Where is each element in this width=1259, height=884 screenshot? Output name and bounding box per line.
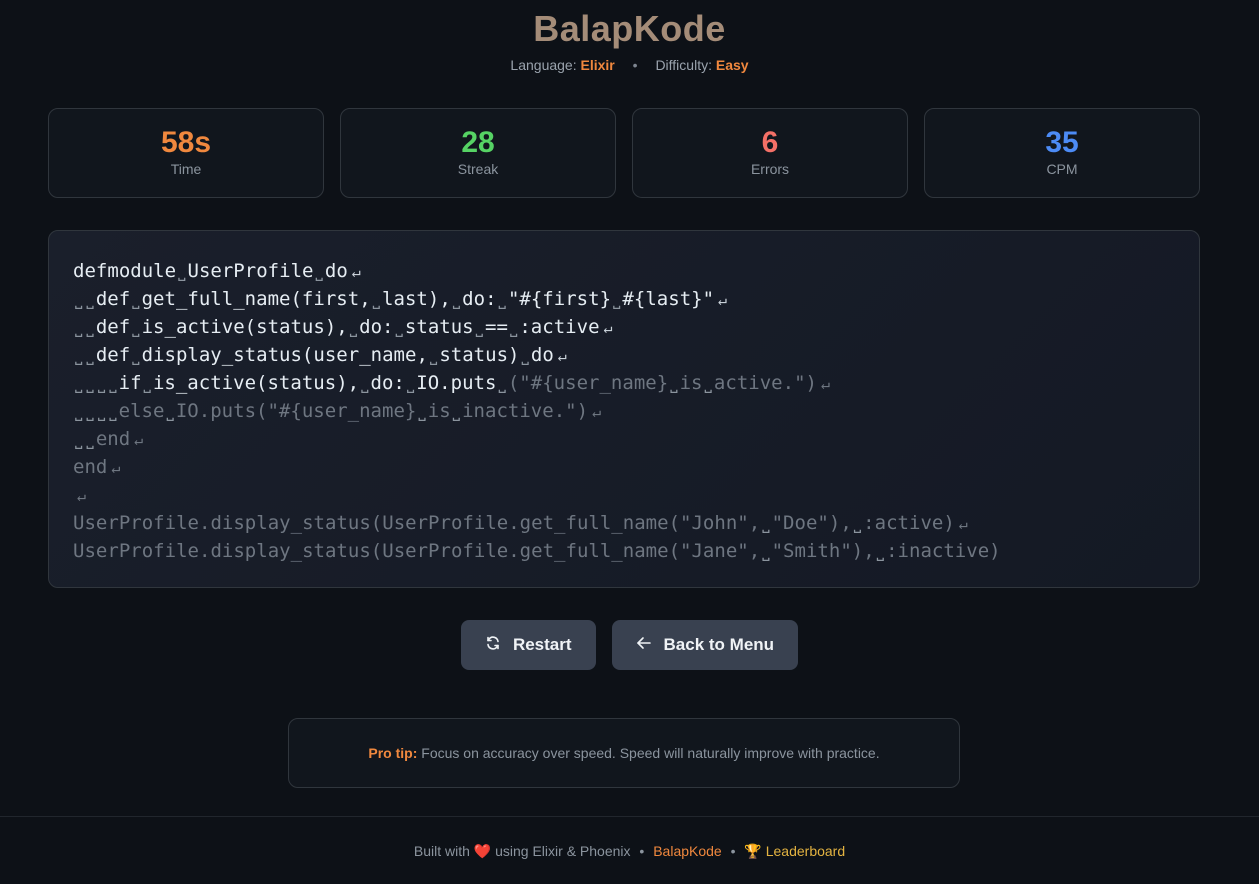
newline-icon: ↵ xyxy=(351,263,361,281)
typed-code: ˽˽˽˽if˽is_active(status),˽do:˽IO.puts xyxy=(73,372,497,394)
code-line: ˽˽˽˽if˽is_active(status),˽do:˽IO.puts˽("… xyxy=(73,369,1199,397)
restart-label: Restart xyxy=(512,635,572,654)
code-line: UserProfile.display_status(UserProfile.g… xyxy=(73,509,1199,537)
footer-separator: • xyxy=(730,843,736,859)
pending-code: ˽("#{user_name}˽is˽active.") xyxy=(496,372,817,394)
code-line: ˽˽def˽display_status(user_name,˽status)˽… xyxy=(73,341,1199,369)
arrow-left-icon xyxy=(636,635,652,656)
code-line: ˽˽def˽get_full_name(first,˽last),˽do:˽"#… xyxy=(73,285,1199,313)
newline-icon: ↵ xyxy=(111,459,121,477)
code-line: UserProfile.display_status(UserProfile.g… xyxy=(73,537,1199,565)
code-line: ˽˽˽˽else˽IO.puts("#{user_name}˽is˽inacti… xyxy=(73,397,1199,425)
action-buttons: Restart Back to Menu xyxy=(0,620,1259,670)
typed-code: ˽˽def˽get_full_name(first,˽last),˽do:˽"#… xyxy=(73,288,715,310)
difficulty-value: Easy xyxy=(715,57,749,73)
back-to-menu-button[interactable]: Back to Menu xyxy=(611,620,799,670)
stat-errors: 6 Errors xyxy=(632,108,908,198)
trophy-icon: 🏆 xyxy=(744,843,762,859)
footer-separator: • xyxy=(639,843,645,859)
footer-brand-link[interactable]: BalapKode xyxy=(653,843,722,859)
code-typing-area[interactable]: defmodule˽UserProfile˽do ↵ ˽˽def˽get_full_… xyxy=(48,230,1200,588)
stat-streak: 28 Streak xyxy=(340,108,616,198)
pending-code: ˽˽end xyxy=(73,428,131,450)
newline-icon: ↵ xyxy=(958,515,968,533)
newline-icon: ↵ xyxy=(77,487,87,505)
newline-icon: ↵ xyxy=(820,375,831,393)
leaderboard-label: Leaderboard xyxy=(765,843,846,859)
newline-icon: ↵ xyxy=(592,403,602,421)
back-to-menu-label: Back to Menu xyxy=(663,635,775,654)
pro-tip-label: Pro tip: xyxy=(368,745,418,761)
page: BalapKode Language: Elixir • Difficulty:… xyxy=(0,0,1259,884)
refresh-icon xyxy=(485,635,501,656)
pro-tip: Pro tip: Focus on accuracy over speed. S… xyxy=(288,718,960,788)
stats-panel: 58s Time 28 Streak 6 Errors 35 CPM xyxy=(48,108,1200,198)
newline-icon: ↵ xyxy=(557,347,567,365)
code-line: end ↵ xyxy=(73,453,1199,481)
stat-cpm: 35 CPM xyxy=(924,108,1200,198)
pro-tip-text: Focus on accuracy over speed. Speed will… xyxy=(417,745,880,761)
newline-icon: ↵ xyxy=(718,291,728,309)
game-meta: Language: Elixir • Difficulty: Easy xyxy=(0,57,1259,73)
stat-time-label: Time xyxy=(170,161,202,177)
stat-cpm-label: CPM xyxy=(1046,161,1078,177)
code-line: defmodule˽UserProfile˽do ↵ xyxy=(73,257,1199,285)
heart-icon: ❤️ xyxy=(473,843,492,859)
code-line: ˽˽end ↵ xyxy=(73,425,1199,453)
restart-button[interactable]: Restart xyxy=(460,620,596,670)
typed-code: ˽˽def˽display_status(user_name,˽status)˽… xyxy=(73,344,554,366)
newline-icon: ↵ xyxy=(603,319,613,337)
stat-streak-label: Streak xyxy=(457,161,499,177)
language-value: Elixir xyxy=(580,57,615,73)
footer-using: using Elixir & Phoenix xyxy=(495,843,631,859)
stat-streak-value: 28 xyxy=(461,126,495,159)
app-title: BalapKode xyxy=(533,8,726,49)
difficulty-label: Difficulty: xyxy=(655,57,712,73)
stat-time: 58s Time xyxy=(48,108,324,198)
code-line: ↵ xyxy=(73,481,1199,509)
stat-errors-label: Errors xyxy=(750,161,790,177)
code-line: ˽˽def˽is_active(status),˽do:˽status˽==˽:… xyxy=(73,313,1199,341)
meta-separator: • xyxy=(632,57,638,73)
pending-code: UserProfile.display_status(UserProfile.g… xyxy=(73,540,1001,562)
language-label: Language: xyxy=(510,57,577,73)
footer: Built with ❤️ using Elixir & Phoenix • B… xyxy=(0,816,1259,884)
pending-code: end xyxy=(73,456,108,478)
stat-errors-value: 6 xyxy=(761,126,779,159)
pending-code: ˽˽˽˽else˽IO.puts("#{user_name}˽is˽inacti… xyxy=(73,400,589,422)
pending-code: UserProfile.display_status(UserProfile.g… xyxy=(73,512,955,534)
footer-built-with: Built with xyxy=(413,843,470,859)
newline-icon: ↵ xyxy=(134,431,144,449)
stat-cpm-value: 35 xyxy=(1045,126,1079,159)
stat-time-value: 58s xyxy=(160,126,212,159)
typed-code: defmodule˽UserProfile˽do xyxy=(73,260,348,282)
footer-leaderboard-link[interactable]: 🏆 Leaderboard xyxy=(744,843,845,859)
typed-code: ˽˽def˽is_active(status),˽do:˽status˽==˽:… xyxy=(73,316,600,338)
